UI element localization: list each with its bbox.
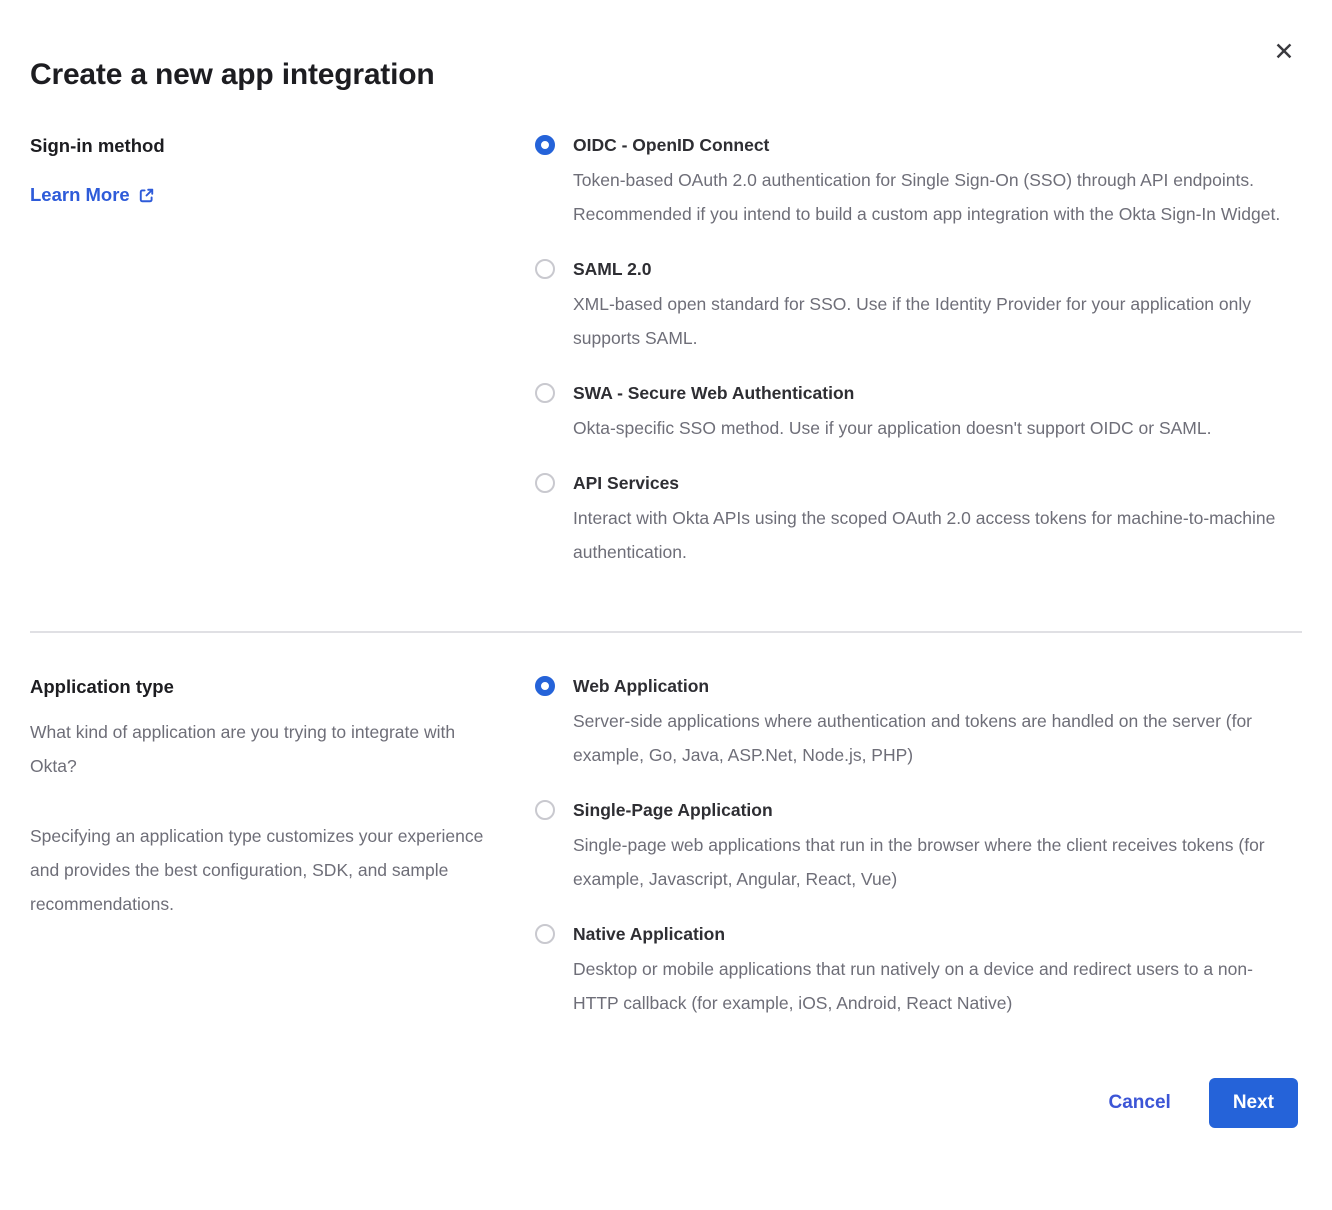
signin-option-swa-label: SWA - Secure Web Authentication [573, 382, 1211, 405]
signin-option-saml-description: XML-based open standard for SSO. Use if … [573, 287, 1285, 355]
section-divider [30, 631, 1302, 633]
signin-option-saml[interactable]: SAML 2.0 XML-based open standard for SSO… [535, 258, 1302, 355]
cancel-button[interactable]: Cancel [1109, 1092, 1171, 1114]
dialog-title: Create a new app integration [30, 0, 1302, 92]
apptype-option-web-description: Server-side applications where authentic… [573, 704, 1285, 772]
learn-more-link[interactable]: Learn More [30, 184, 155, 206]
signin-option-oidc-label: OIDC - OpenID Connect [573, 134, 1285, 157]
radio-selected-icon[interactable] [535, 135, 555, 155]
signin-method-section: Sign-in method Learn More OIDC - OpenID … [30, 134, 1302, 569]
external-link-icon [138, 187, 155, 204]
application-type-label: Application type [30, 675, 523, 699]
application-type-options: Web Application Server-side applications… [535, 675, 1302, 1020]
signin-option-api-services-label: API Services [573, 472, 1285, 495]
radio-unselected-icon[interactable] [535, 259, 555, 279]
learn-more-label: Learn More [30, 184, 130, 206]
signin-method-options: OIDC - OpenID Connect Token-based OAuth … [535, 134, 1302, 569]
radio-unselected-icon[interactable] [535, 383, 555, 403]
apptype-option-native-description: Desktop or mobile applications that run … [573, 952, 1285, 1020]
application-type-left-column: Application type What kind of applicatio… [30, 675, 535, 921]
apptype-option-spa[interactable]: Single-Page Application Single-page web … [535, 799, 1302, 896]
application-type-explanation: Specifying an application type customize… [30, 819, 500, 921]
create-app-integration-dialog: ✕ Create a new app integration Sign-in m… [0, 0, 1332, 1210]
application-type-section: Application type What kind of applicatio… [30, 675, 1302, 1020]
next-button[interactable]: Next [1209, 1078, 1298, 1128]
radio-selected-icon[interactable] [535, 676, 555, 696]
radio-unselected-icon[interactable] [535, 473, 555, 493]
application-type-question: What kind of application are you trying … [30, 715, 500, 783]
apptype-option-spa-label: Single-Page Application [573, 799, 1285, 822]
close-icon[interactable]: ✕ [1270, 38, 1298, 66]
signin-option-api-services-description: Interact with Okta APIs using the scoped… [573, 501, 1285, 569]
apptype-option-web[interactable]: Web Application Server-side applications… [535, 675, 1302, 772]
signin-option-saml-label: SAML 2.0 [573, 258, 1285, 281]
signin-method-label: Sign-in method [30, 134, 523, 158]
signin-option-api-services[interactable]: API Services Interact with Okta APIs usi… [535, 472, 1302, 569]
apptype-option-web-label: Web Application [573, 675, 1285, 698]
apptype-option-spa-description: Single-page web applications that run in… [573, 828, 1285, 896]
dialog-footer: Cancel Next [30, 1078, 1302, 1128]
apptype-option-native[interactable]: Native Application Desktop or mobile app… [535, 923, 1302, 1020]
signin-option-swa[interactable]: SWA - Secure Web Authentication Okta-spe… [535, 382, 1302, 445]
signin-option-oidc-description: Token-based OAuth 2.0 authentication for… [573, 163, 1285, 231]
signin-method-left-column: Sign-in method Learn More [30, 134, 535, 206]
signin-option-swa-description: Okta-specific SSO method. Use if your ap… [573, 411, 1211, 445]
signin-option-oidc[interactable]: OIDC - OpenID Connect Token-based OAuth … [535, 134, 1302, 231]
radio-unselected-icon[interactable] [535, 924, 555, 944]
apptype-option-native-label: Native Application [573, 923, 1285, 946]
radio-unselected-icon[interactable] [535, 800, 555, 820]
